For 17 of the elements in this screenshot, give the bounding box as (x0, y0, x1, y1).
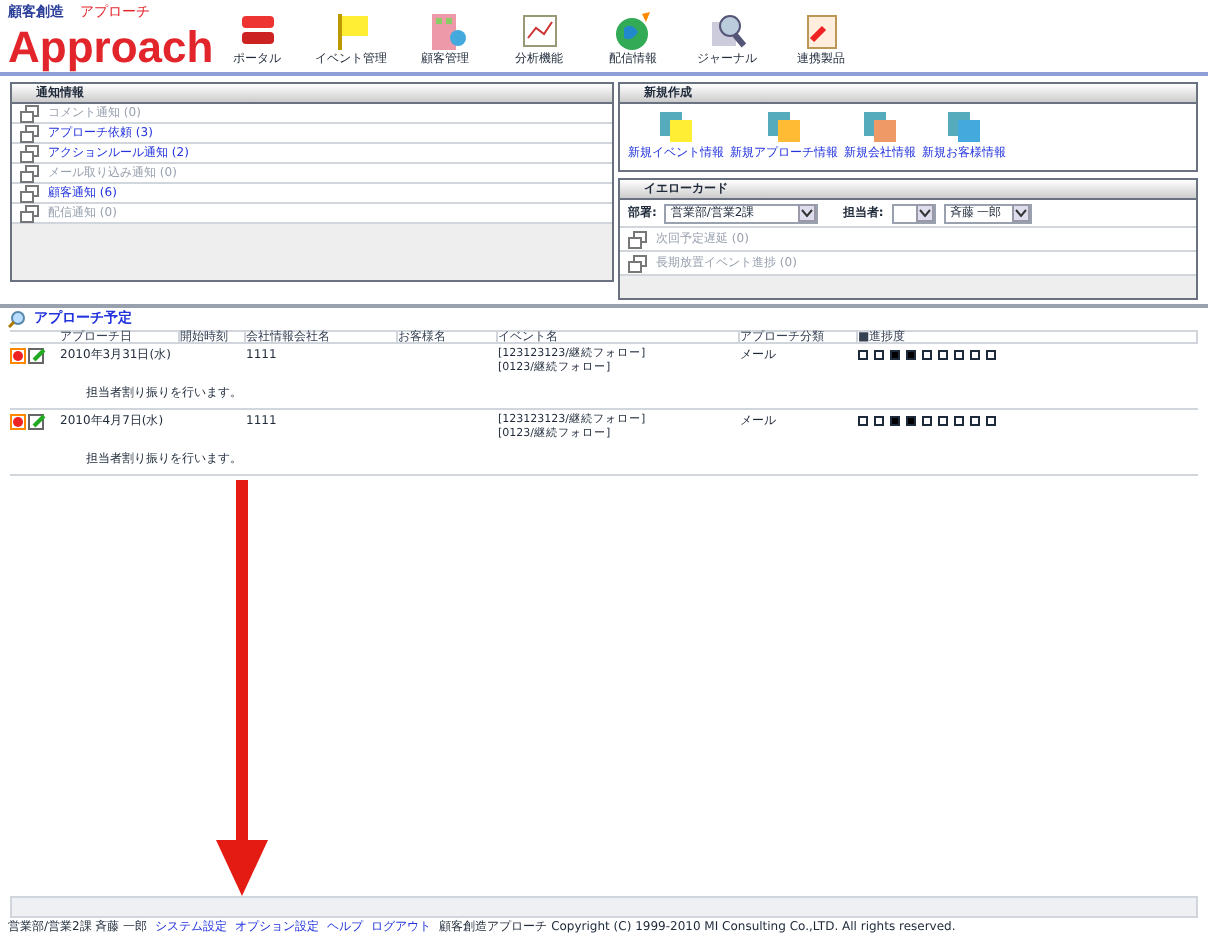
chart-icon (517, 10, 561, 50)
search-icon (8, 310, 26, 328)
new-file-icon (766, 108, 802, 144)
edit-icon (28, 348, 46, 364)
caret-icon (798, 204, 817, 222)
new-file-icon (658, 108, 694, 144)
new-file-icon (862, 108, 898, 144)
dropdown[interactable] (891, 203, 936, 223)
marker-icon (10, 414, 26, 430)
edit-icon (28, 414, 46, 430)
globe-icon (611, 10, 655, 50)
logo-text: Approach (8, 22, 214, 72)
caret-icon (1011, 204, 1030, 222)
new-file-icon (946, 108, 982, 144)
marker-icon (10, 348, 26, 364)
caret-icon (915, 204, 934, 222)
horizontal-scrollbar[interactable] (10, 896, 1198, 918)
